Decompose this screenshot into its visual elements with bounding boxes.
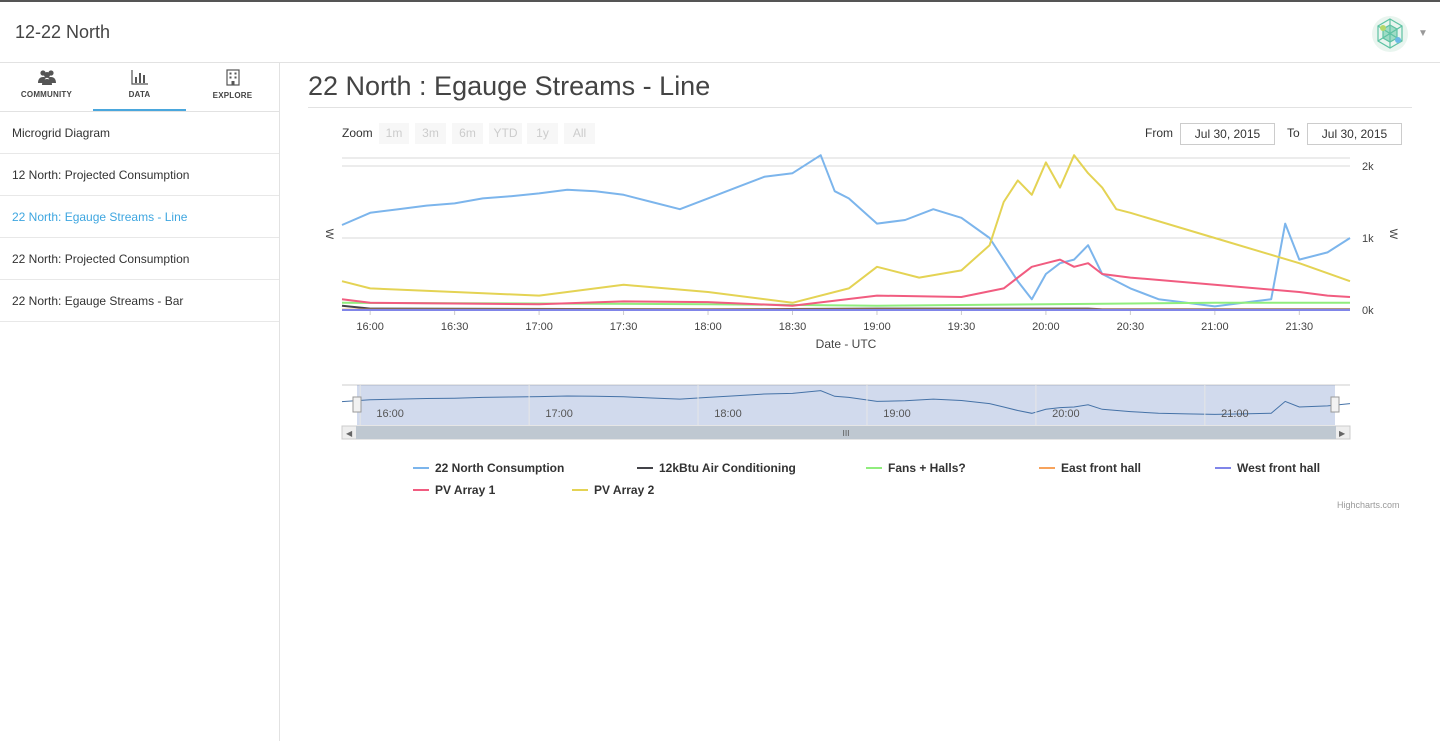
sidebar: COMMUNITY DATA EXPLORE Microgrid Diagram… bbox=[0, 63, 280, 741]
title-divider bbox=[308, 107, 1412, 108]
x-tick-label: 21:30 bbox=[1286, 321, 1314, 333]
scrollbar-right-arrow-icon[interactable]: ▶ bbox=[1339, 429, 1346, 438]
legend-swatch bbox=[1039, 467, 1055, 469]
legend-item-6[interactable]: PV Array 2 bbox=[572, 483, 654, 497]
legend-item-0[interactable]: 22 North Consumption bbox=[413, 461, 564, 475]
legend-swatch bbox=[1215, 467, 1231, 469]
tab-data[interactable]: DATA bbox=[93, 63, 186, 111]
account-caret-icon[interactable]: ▼ bbox=[1418, 28, 1428, 39]
legend-item-5[interactable]: PV Array 1 bbox=[413, 483, 495, 497]
legend-item-2[interactable]: Fans + Halls? bbox=[866, 461, 966, 475]
legend-item-4[interactable]: West front hall bbox=[1215, 461, 1320, 475]
from-label: From bbox=[1145, 126, 1173, 140]
from-date-input[interactable]: Jul 30, 2015 bbox=[1180, 123, 1275, 145]
series-line-6 bbox=[341, 154, 1351, 304]
navigator-tick-label: 18:00 bbox=[714, 408, 742, 420]
legend-item-1[interactable]: 12kBtu Air Conditioning bbox=[637, 461, 796, 475]
y-axis-title-right: W bbox=[1387, 229, 1399, 240]
line-chart[interactable]: 0k 1k 2k 16:00 16:30 17:00 17:30 18:00 18:30 19:0… bbox=[308, 150, 1412, 450]
legend-label: PV Array 2 bbox=[594, 483, 655, 497]
y-tick-label: 2k bbox=[1362, 161, 1374, 173]
navigator-mask bbox=[357, 385, 1335, 425]
legend-label: Fans + Halls? bbox=[888, 461, 966, 475]
page-title: 22 North : Egauge Streams - Line bbox=[308, 71, 711, 101]
sidebar-tabs: COMMUNITY DATA EXPLORE bbox=[0, 63, 279, 112]
navigator-tick-label: 21:00 bbox=[1221, 408, 1249, 420]
nav-item-12-north-projected[interactable]: 12 North: Projected Consumption bbox=[0, 154, 279, 196]
legend-swatch bbox=[866, 467, 882, 469]
legend-label: West front hall bbox=[1237, 461, 1321, 475]
to-label: To bbox=[1287, 126, 1300, 140]
x-axis-title: Date - UTC bbox=[816, 337, 877, 351]
scrollbar-grip-icon: III bbox=[842, 429, 849, 438]
nav-item-22-north-bar[interactable]: 22 North: Egauge Streams - Bar bbox=[0, 280, 279, 322]
tab-community[interactable]: COMMUNITY bbox=[0, 63, 93, 111]
x-tick-label: 17:00 bbox=[525, 321, 553, 333]
x-tick-label: 18:30 bbox=[779, 321, 807, 333]
tab-explore[interactable]: EXPLORE bbox=[186, 63, 279, 111]
navigator-tick-label: 16:00 bbox=[376, 408, 404, 420]
highcharts-credits[interactable]: Highcharts.com bbox=[1337, 500, 1400, 510]
x-tick-label: 19:30 bbox=[948, 321, 976, 333]
tab-data-label: DATA bbox=[128, 90, 151, 99]
legend-swatch bbox=[572, 489, 588, 491]
x-tick-label: 16:30 bbox=[441, 321, 469, 333]
nav-item-22-north-line[interactable]: 22 North: Egauge Streams - Line bbox=[0, 196, 279, 238]
y-tick-label: 1k bbox=[1362, 233, 1374, 245]
x-tick-label: 20:00 bbox=[1032, 321, 1060, 333]
navigator-tick-label: 17:00 bbox=[545, 408, 573, 420]
x-tick-label: 17:30 bbox=[610, 321, 638, 333]
legend-swatch bbox=[413, 467, 429, 469]
legend-swatch bbox=[413, 489, 429, 491]
y-tick-label: 0k bbox=[1362, 305, 1374, 317]
navigator-tick-label: 20:00 bbox=[1052, 408, 1080, 420]
legend-item-3[interactable]: East front hall bbox=[1039, 461, 1141, 475]
bar-chart-icon bbox=[130, 70, 148, 85]
navigator-tick-label: 19:00 bbox=[883, 408, 911, 420]
legend-label: East front hall bbox=[1061, 461, 1142, 475]
x-tick-label: 18:00 bbox=[694, 321, 722, 333]
navigator-handle-left bbox=[352, 396, 362, 413]
app-title: 12-22 North bbox=[15, 22, 111, 42]
logo-icon[interactable] bbox=[1371, 15, 1409, 53]
zoom-ytd-button[interactable]: YTD bbox=[489, 123, 522, 144]
nav-item-22-north-projected[interactable]: 22 North: Projected Consumption bbox=[0, 238, 279, 280]
top-bar: 12-22 North ▼ bbox=[0, 0, 1440, 63]
zoom-label: Zoom bbox=[342, 126, 373, 140]
x-tick-label: 21:00 bbox=[1201, 321, 1229, 333]
x-tick-label: 16:00 bbox=[356, 321, 384, 333]
x-tick-label: 19:00 bbox=[863, 321, 891, 333]
community-icon bbox=[37, 70, 56, 85]
navigator-handle-right bbox=[1330, 396, 1340, 413]
tab-explore-label: EXPLORE bbox=[212, 91, 253, 100]
zoom-3m-button[interactable]: 3m bbox=[415, 123, 446, 144]
y-axis-title-left: W bbox=[323, 229, 335, 240]
legend-label: 22 North Consumption bbox=[435, 461, 565, 475]
legend-swatch bbox=[637, 467, 653, 469]
nav-item-microgrid-diagram[interactable]: Microgrid Diagram bbox=[0, 112, 279, 154]
building-icon bbox=[225, 69, 240, 86]
legend-label: PV Array 1 bbox=[435, 483, 496, 497]
series-line-5 bbox=[341, 258, 1351, 307]
scrollbar-left-arrow-icon[interactable]: ◀ bbox=[346, 429, 353, 438]
zoom-all-button[interactable]: All bbox=[564, 123, 595, 144]
x-tick-label: 20:30 bbox=[1117, 321, 1145, 333]
zoom-6m-button[interactable]: 6m bbox=[452, 123, 483, 144]
to-date-input[interactable]: Jul 30, 2015 bbox=[1307, 123, 1402, 145]
tab-community-label: COMMUNITY bbox=[20, 90, 73, 99]
legend-label: 12kBtu Air Conditioning bbox=[659, 461, 796, 475]
zoom-1m-button[interactable]: 1m bbox=[379, 123, 409, 144]
zoom-1y-button[interactable]: 1y bbox=[527, 123, 558, 144]
